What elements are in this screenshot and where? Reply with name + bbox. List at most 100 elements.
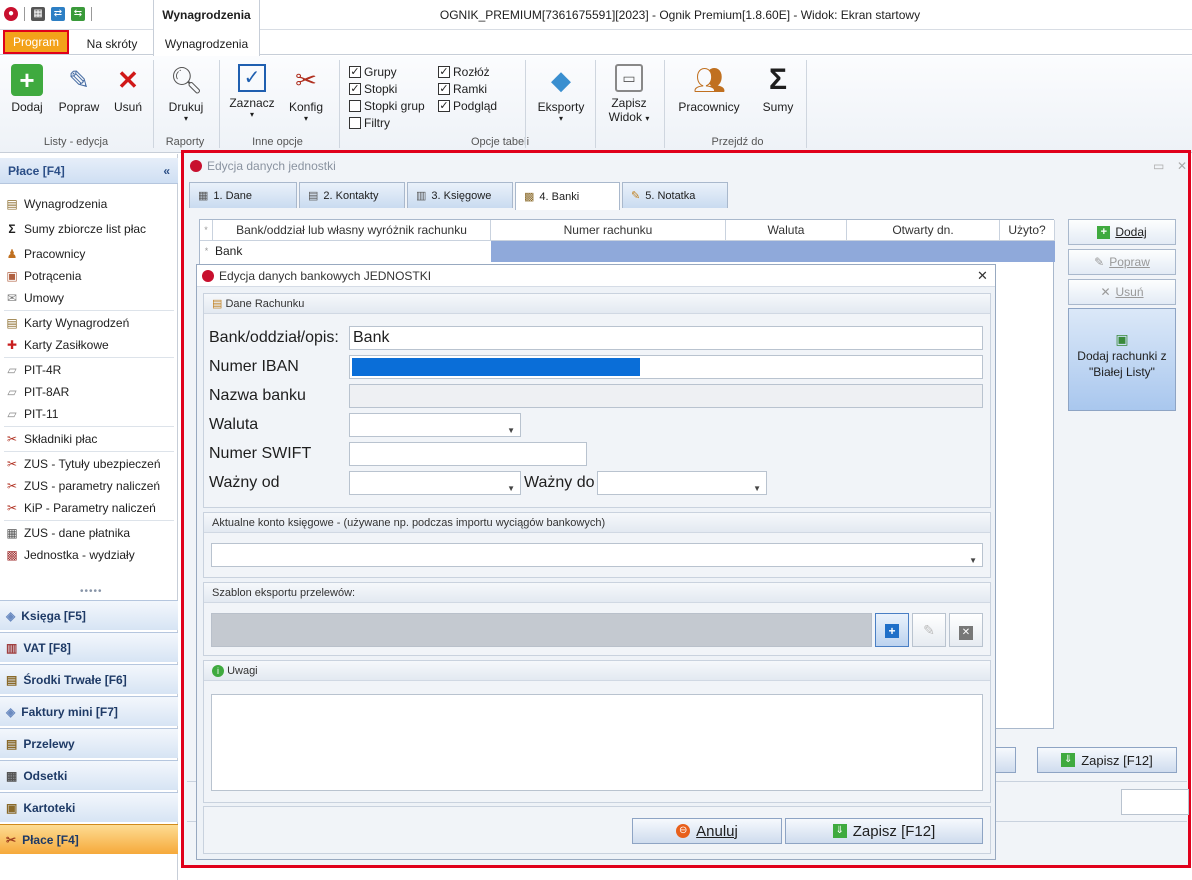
sidebar-item-zus-tytuly[interactable]: ✂ ZUS - Tytuły ubezpieczeń	[5, 454, 161, 474]
module-odsetki[interactable]: ▦ Odsetki	[0, 760, 178, 790]
close-icon[interactable]: ✕	[1177, 156, 1187, 176]
sidebar-item-zus-parametry[interactable]: ✂ ZUS - parametry naliczeń	[5, 476, 160, 496]
option-stopki[interactable]: ✓ Stopki	[349, 82, 397, 96]
close-icon[interactable]: ✕	[977, 265, 988, 287]
tab-ksiegowe[interactable]: ▥ 3. Księgowe	[407, 182, 513, 208]
module-ksiega[interactable]: ◈ Księga [F5]	[0, 600, 178, 630]
module-faktury-mini[interactable]: ◈ Faktury mini [F7]	[0, 696, 178, 726]
calculator-icon[interactable]: ▦	[31, 7, 45, 21]
context-tab-header[interactable]: Wynagrodzenia	[153, 0, 260, 30]
sidebar-item-pit-11[interactable]: ▱ PIT-11	[5, 404, 58, 424]
sync-icon[interactable]: ⇄	[51, 7, 65, 21]
column-header-account-number[interactable]: Numer rachunku	[491, 220, 726, 241]
checkbox[interactable]: ✓	[438, 83, 450, 95]
sidebar-item-karty-wynagrodzen[interactable]: ▤ Karty Wynagrodzeń	[5, 313, 129, 333]
module-vat[interactable]: ▥ VAT [F8]	[0, 632, 178, 662]
ledger-account-panel: Aktualne konto księgowe - (używane np. p…	[203, 512, 991, 578]
checkbox[interactable]: ✓	[349, 66, 361, 78]
swift-input[interactable]	[349, 442, 587, 466]
app-logo-icon[interactable]: ●	[4, 7, 18, 21]
checkbox[interactable]	[349, 117, 361, 129]
checkbox[interactable]: ✓	[438, 66, 450, 78]
column-header-opened[interactable]: Otwarty dn.	[847, 220, 1000, 241]
refresh-icon[interactable]: ⇆	[71, 7, 85, 21]
tab-kontakty[interactable]: ▤ 2. Kontakty	[299, 182, 405, 208]
select-button[interactable]: ✓ Zaznacz ▾	[228, 64, 276, 119]
edit-account-button[interactable]: ✎ Popraw	[1068, 249, 1176, 275]
column-header-bank[interactable]: Bank/oddział lub własny wyróżnik rachunk…	[213, 220, 491, 241]
sidebar-header[interactable]: Płace [F4] «	[0, 158, 178, 184]
sidebar-item-sumy[interactable]: Σ Sumy zbiorcze list płac	[5, 219, 146, 239]
checkbox[interactable]: ✓	[438, 100, 450, 112]
sidebar-item-wynagrodzenia[interactable]: ▤ Wynagrodzenia	[5, 194, 107, 214]
tab-program[interactable]: Program	[3, 30, 69, 54]
currency-select[interactable]: ▼	[349, 413, 521, 437]
collapse-icon[interactable]: «	[163, 158, 170, 184]
column-header-used[interactable]: Użyto?	[1000, 220, 1055, 241]
bank-name-input[interactable]	[349, 384, 983, 408]
sidebar-item-pracownicy[interactable]: ♟ Pracownicy	[5, 244, 86, 264]
template-add-button[interactable]: +	[875, 613, 909, 647]
cell-bank[interactable]: Bank	[213, 241, 491, 262]
template-delete-button[interactable]: ✕	[949, 613, 983, 647]
valid-from-select[interactable]: ▼	[349, 471, 521, 495]
exports-button[interactable]: ◆ Eksporty ▾	[536, 64, 586, 123]
save-button[interactable]: ⇓ Zapisz [F12]	[785, 818, 983, 844]
template-edit-button[interactable]: ✎	[912, 613, 946, 647]
ledger-account-select[interactable]: ▼	[211, 543, 983, 567]
option-filtry[interactable]: Filtry	[349, 116, 390, 130]
iban-input[interactable]	[349, 355, 983, 379]
option-stopki-grup[interactable]: Stopki grup	[349, 99, 425, 113]
tab-dane[interactable]: ▦ 1. Dane	[189, 182, 297, 208]
add-account-button[interactable]: + Dodaj	[1068, 219, 1176, 245]
add-button[interactable]: + Dodaj	[8, 64, 46, 114]
module-place[interactable]: ✂ Płace [F4]	[0, 824, 178, 854]
edit-button[interactable]: ✎ Popraw	[56, 64, 102, 114]
sidebar-item-zus-dane-platnika[interactable]: ▦ ZUS - dane płatnika	[5, 523, 130, 543]
sidebar-item-kip-parametry[interactable]: ✂ KiP - Parametry naliczeń	[5, 498, 156, 518]
chevron-down-icon[interactable]: ▼	[969, 550, 977, 572]
sidebar-item-umowy[interactable]: ✉ Umowy	[5, 288, 64, 308]
partially-hidden-button[interactable]	[994, 747, 1016, 773]
chevron-down-icon[interactable]: ▼	[753, 478, 761, 500]
bank-input[interactable]: Bank	[349, 326, 983, 350]
sidebar-item-potracenia[interactable]: ▣ Potrącenia	[5, 266, 81, 286]
tab-shortcuts[interactable]: Na skróty	[76, 30, 148, 55]
sidebar-item-jednostka[interactable]: ▩ Jednostka - wydziały	[5, 545, 134, 565]
delete-button[interactable]: ✕ Usuń	[110, 64, 146, 114]
sidebar-item-skladniki-plac[interactable]: ✂ Składniki płac	[5, 429, 97, 449]
sidebar-item-karty-zasilkowe[interactable]: ✚ Karty Zasiłkowe	[5, 335, 109, 355]
sidebar-item-pit-8ar[interactable]: ▱ PIT-8AR	[5, 382, 69, 402]
cancel-button[interactable]: ⊖ Anuluj	[632, 818, 782, 844]
tab-notatka[interactable]: ✎ 5. Notatka	[622, 182, 728, 208]
unit-save-button[interactable]: ⇓ Zapisz [F12]	[1037, 747, 1177, 773]
table-row[interactable]: * Bank	[200, 241, 1055, 262]
option-grupy[interactable]: ✓ Grupy	[349, 65, 397, 79]
sidebar-item-pit-4r[interactable]: ▱ PIT-4R	[5, 360, 61, 380]
chevron-down-icon[interactable]: ▼	[507, 420, 515, 442]
maximize-icon[interactable]: ▭	[1153, 156, 1164, 176]
white-list-button[interactable]: ▣ Dodaj rachunki z "Białej Listy"	[1068, 308, 1176, 411]
tab-wynagrodzenia[interactable]: Wynagrodzenia	[153, 30, 260, 56]
tab-banki[interactable]: ▩ 4. Banki	[515, 182, 620, 210]
sums-button[interactable]: Σ Sumy	[758, 64, 798, 115]
splitter-grip[interactable]: •••••	[80, 586, 103, 597]
module-przelewy[interactable]: ▤ Przelewy	[0, 728, 178, 758]
module-srodki-trwale[interactable]: ▤ Środki Trwałe [F6]	[0, 664, 178, 694]
delete-account-button[interactable]: ✕ Usuń	[1068, 279, 1176, 305]
checkbox[interactable]: ✓	[349, 83, 361, 95]
column-header-currency[interactable]: Waluta	[726, 220, 847, 241]
employees-button[interactable]: 👥︎ Pracownicy	[676, 64, 742, 114]
option-rozloz[interactable]: ✓ Rozłóż	[438, 65, 490, 79]
option-podglad[interactable]: ✓ Podgląd	[438, 99, 497, 113]
notes-textarea[interactable]	[211, 694, 983, 791]
module-kartoteki[interactable]: ▣ Kartoteki	[0, 792, 178, 822]
template-field[interactable]	[211, 613, 872, 647]
print-button[interactable]: 🔍︎ Drukuj ▾	[164, 64, 208, 123]
valid-to-select[interactable]: ▼	[597, 471, 767, 495]
checkbox[interactable]	[349, 100, 361, 112]
option-ramki[interactable]: ✓ Ramki	[438, 82, 487, 96]
save-view-button[interactable]: ▭ Zapisz Widok ▾	[602, 64, 656, 124]
config-button[interactable]: ✂ Konfig ▾	[286, 64, 326, 123]
chevron-down-icon[interactable]: ▼	[507, 478, 515, 500]
